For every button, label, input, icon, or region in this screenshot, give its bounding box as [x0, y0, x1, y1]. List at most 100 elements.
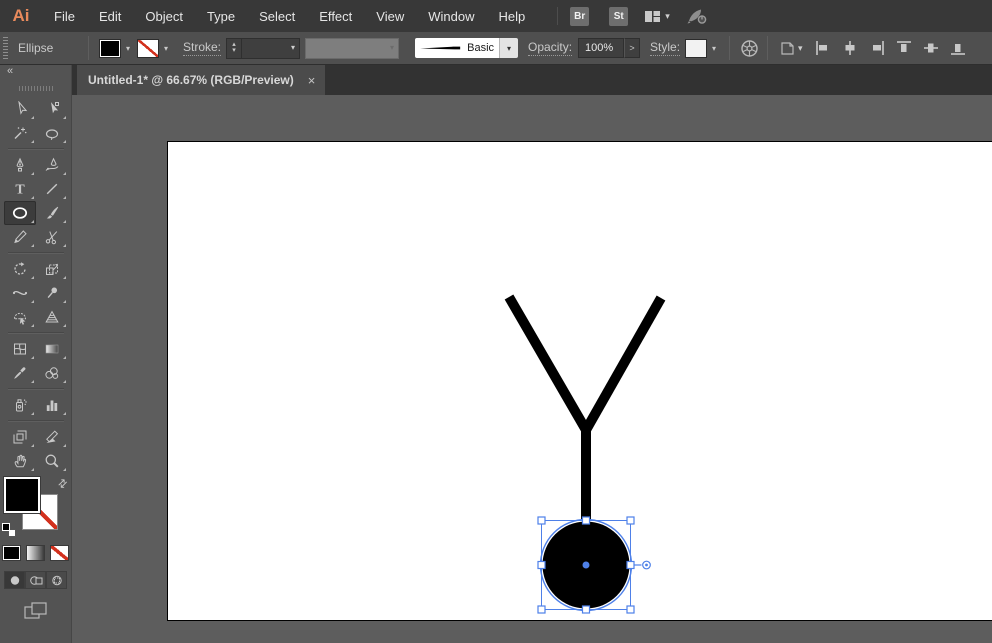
brush-chevron[interactable]: ▾ [499, 38, 518, 58]
symbol-sprayer-tool[interactable] [4, 393, 36, 417]
opacity-label[interactable]: Opacity: [528, 40, 572, 56]
selection-tool[interactable] [4, 97, 36, 121]
stock-button[interactable]: St [609, 7, 628, 26]
graphic-style-control[interactable]: ▾ [685, 39, 721, 58]
tool-group-separator [4, 145, 68, 153]
zoom-tool[interactable] [36, 449, 68, 473]
stroke-chevron[interactable]: ▾ [159, 39, 173, 58]
document-tab[interactable]: Untitled-1* @ 66.67% (RGB/Preview) × [77, 65, 325, 95]
stepper-down-icon[interactable]: ▾ [232, 48, 236, 54]
workspace-layout-icon [644, 9, 661, 24]
vertical-align-center-button[interactable] [923, 40, 939, 56]
artboard[interactable] [167, 141, 992, 621]
default-fill-stroke-icon[interactable] [2, 523, 16, 537]
panel-grip-handle[interactable] [19, 86, 53, 91]
line-segment-tool[interactable] [36, 177, 68, 201]
column-graph-tool[interactable] [36, 393, 68, 417]
gradient-tool[interactable] [36, 337, 68, 361]
horizontal-align-center-button[interactable] [842, 40, 858, 56]
menu-edit[interactable]: Edit [87, 0, 133, 32]
gpu-performance-rocket-icon[interactable] [686, 7, 708, 25]
magic-wand-tool[interactable] [4, 121, 36, 145]
draw-inside-button[interactable] [46, 571, 67, 589]
chevron-down-icon: ▾ [798, 44, 803, 53]
fill-color-swatch[interactable] [99, 39, 121, 58]
artboard-tool[interactable] [4, 425, 36, 449]
change-screen-mode-button[interactable] [23, 601, 49, 626]
draw-normal-icon [8, 574, 22, 587]
eyedropper-tool[interactable] [4, 361, 36, 385]
menu-object[interactable]: Object [133, 0, 195, 32]
perspective-grid-tool[interactable] [36, 305, 68, 329]
scissors-tool[interactable] [36, 225, 68, 249]
drawing-mode-buttons [0, 571, 71, 589]
menu-view[interactable]: View [364, 0, 416, 32]
stroke-weight-stepper[interactable]: ▴ ▾ [226, 38, 242, 59]
fill-color-control[interactable]: ▾ [99, 39, 135, 58]
tab-close-icon[interactable]: × [308, 74, 316, 87]
menu-file[interactable]: File [42, 0, 87, 32]
vertical-align-bottom-button[interactable] [950, 40, 966, 56]
menu-type[interactable]: Type [195, 0, 247, 32]
lasso-tool[interactable] [36, 121, 68, 145]
scissors-tool-icon [44, 229, 60, 245]
bridge-button[interactable]: Br [570, 7, 589, 26]
curvature-tool[interactable] [36, 153, 68, 177]
blend-tool[interactable] [36, 361, 68, 385]
direct-selection-tool[interactable] [36, 97, 68, 121]
vertical-align-top-button[interactable] [896, 40, 912, 56]
menu-help[interactable]: Help [486, 0, 537, 32]
mesh-tool-icon [12, 341, 28, 357]
gradient-mode-button[interactable] [26, 545, 45, 561]
mesh-tool[interactable] [4, 337, 36, 361]
style-label[interactable]: Style: [650, 40, 680, 56]
menu-effect[interactable]: Effect [307, 0, 364, 32]
curvature-tool-icon [44, 157, 60, 173]
stroke-weight-dropdown[interactable]: ▾ [242, 38, 300, 59]
menubar-divider [557, 7, 558, 25]
draw-normal-button[interactable] [4, 571, 25, 589]
brush-preview[interactable]: Basic [415, 38, 499, 58]
stroke-color-control[interactable]: ▾ [137, 39, 173, 58]
width-tool[interactable] [4, 281, 36, 305]
collapse-panel-button[interactable]: « [0, 65, 71, 80]
pencil-tool[interactable] [4, 225, 36, 249]
shape-builder-tool[interactable] [4, 305, 36, 329]
swap-fill-stroke-icon[interactable]: ⇄ [55, 476, 71, 492]
opacity-input[interactable]: 100% [578, 38, 624, 58]
scale-tool[interactable] [36, 257, 68, 281]
paintbrush-tool[interactable] [36, 201, 68, 225]
fill-chevron[interactable]: ▾ [121, 39, 135, 58]
brush-definition-control[interactable]: Basic ▾ [415, 38, 518, 58]
menu-select[interactable]: Select [247, 0, 307, 32]
horizontal-align-left-button[interactable] [815, 40, 831, 56]
type-tool[interactable]: T [4, 177, 36, 201]
none-mode-button[interactable] [50, 545, 69, 561]
draw-behind-button[interactable] [25, 571, 46, 589]
stroke-none-swatch[interactable] [137, 39, 159, 58]
selection-tool-icon [12, 101, 28, 117]
recolor-artwork-button[interactable] [740, 39, 759, 58]
menubar-right: Br St ▾ [551, 7, 708, 26]
rotate-tool[interactable] [4, 257, 36, 281]
fill-proxy-black[interactable] [4, 477, 40, 513]
opacity-expand-button[interactable]: > [624, 38, 640, 58]
slice-tool[interactable] [36, 425, 68, 449]
horizontal-align-right-button[interactable] [869, 40, 885, 56]
color-mode-button[interactable] [2, 545, 21, 561]
pen-tool[interactable] [4, 153, 36, 177]
stroke-weight-label[interactable]: Stroke: [183, 40, 221, 56]
transform-options-button[interactable]: ▾ [778, 40, 803, 56]
hand-tool[interactable] [4, 449, 36, 473]
ellipse-tool[interactable] [4, 201, 36, 225]
style-chevron[interactable]: ▾ [707, 39, 721, 58]
menu-window[interactable]: Window [416, 0, 486, 32]
workspace-switcher[interactable]: ▾ [644, 9, 670, 24]
column-graph-tool-icon [44, 397, 60, 413]
panel-grip-handle[interactable] [3, 37, 8, 59]
pasteboard[interactable] [72, 95, 992, 643]
style-swatch[interactable] [685, 39, 707, 58]
document-tab-title: Untitled-1* @ 66.67% (RGB/Preview) [88, 73, 294, 87]
hand-tool-icon [12, 453, 28, 469]
puppet-warp-tool[interactable] [36, 281, 68, 305]
